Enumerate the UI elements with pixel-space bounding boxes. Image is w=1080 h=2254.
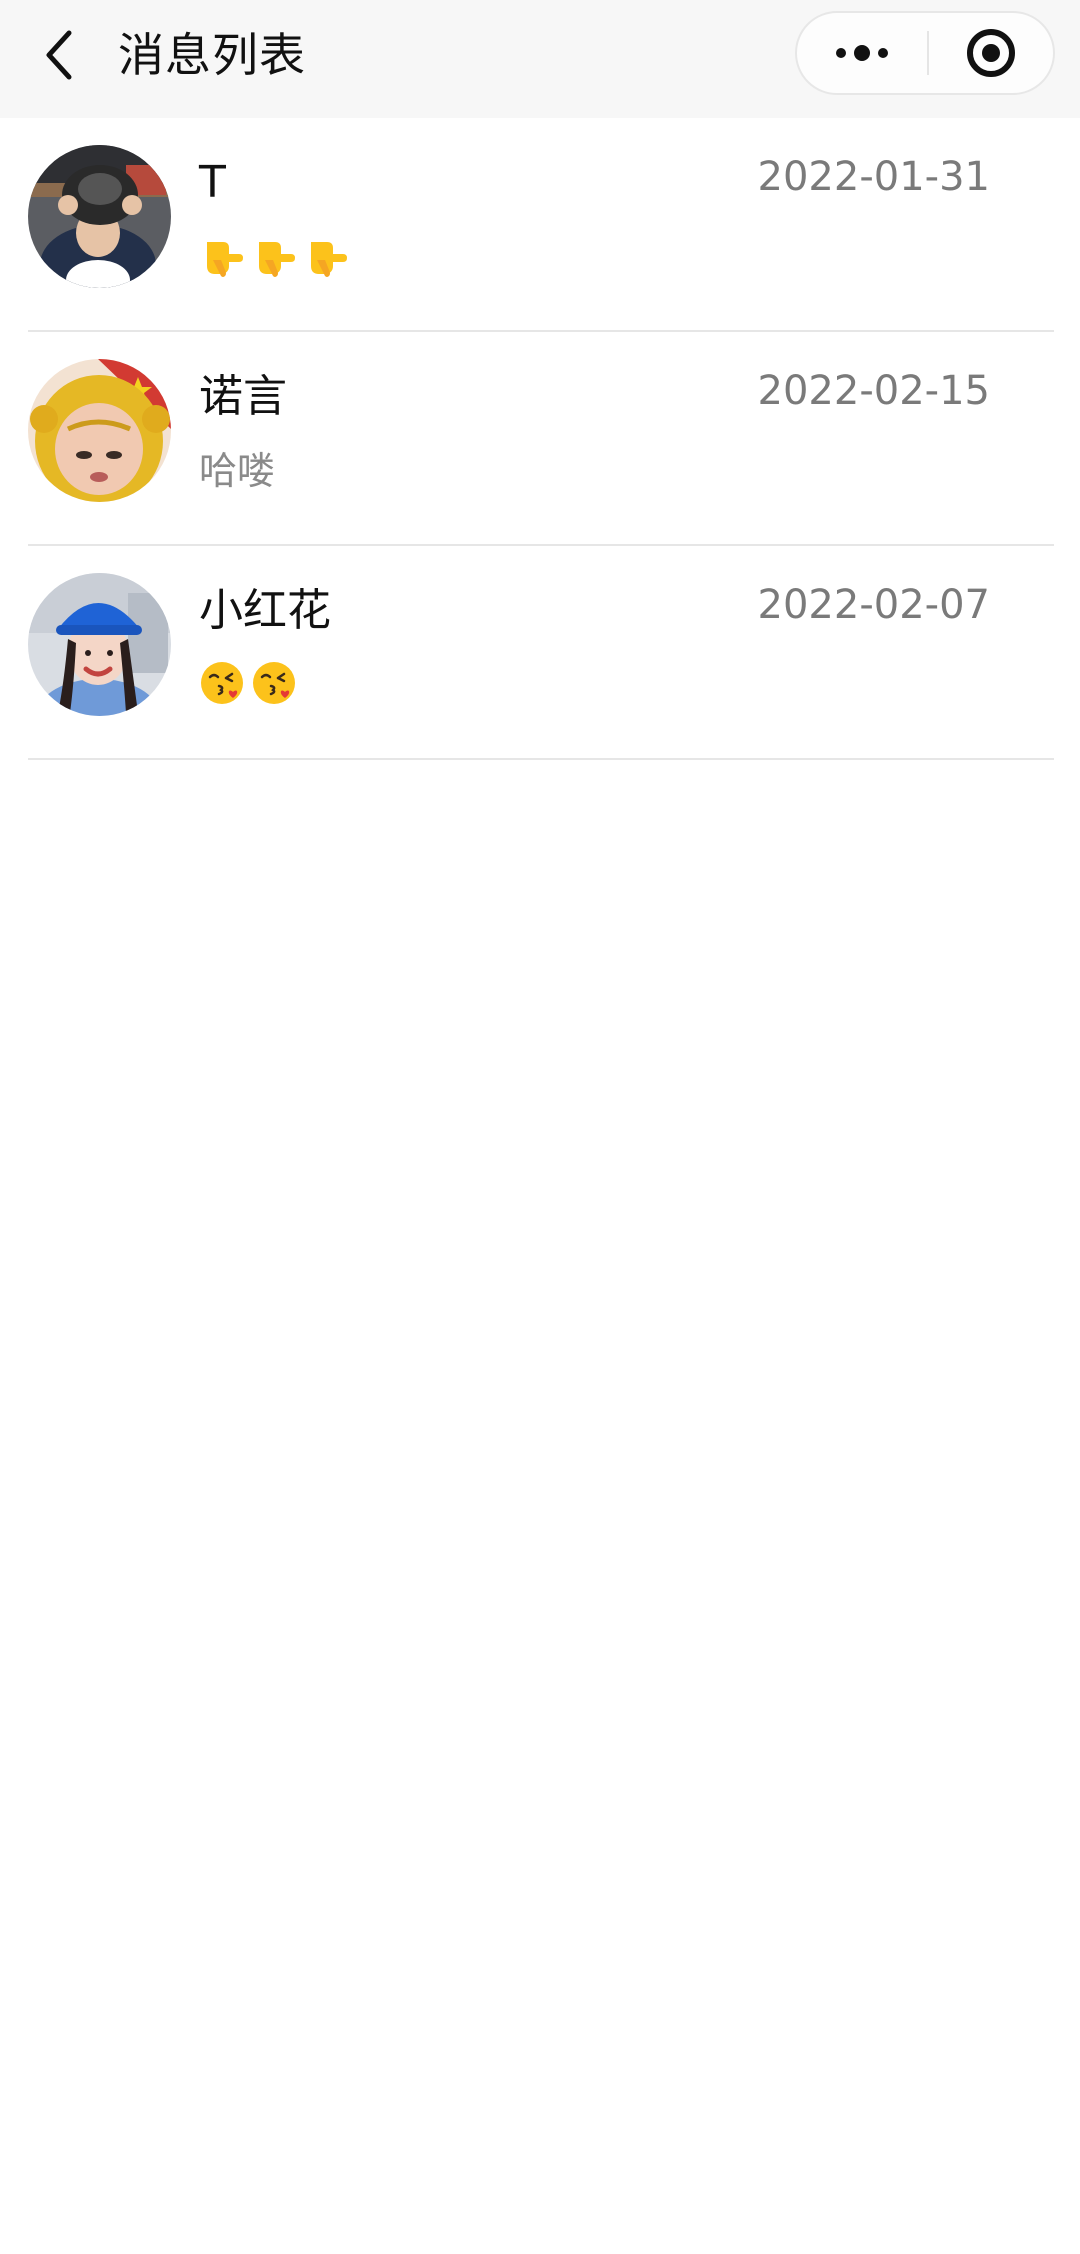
pointing-hand-emoji	[311, 242, 347, 277]
list-item[interactable]: 诺言 2022-02-15 哈喽	[0, 332, 1080, 546]
chevron-left-icon	[46, 30, 72, 80]
avatar[interactable]	[28, 145, 171, 288]
target-close-icon	[967, 29, 1015, 77]
pointing-hand-emoji	[259, 242, 295, 277]
message-preview	[199, 232, 349, 278]
message-preview-text: 哈喽	[199, 449, 276, 493]
message-date: 2022-02-15	[757, 368, 990, 414]
mini-program-capsule	[795, 11, 1055, 95]
navigation-bar: 消息列表	[0, 0, 1080, 118]
more-button[interactable]	[797, 13, 927, 93]
back-button[interactable]	[26, 22, 92, 88]
avatar[interactable]	[28, 359, 171, 502]
close-button[interactable]	[929, 13, 1053, 93]
list-item[interactable]: T 2022-01-31	[0, 118, 1080, 332]
contact-name: 诺言	[199, 371, 287, 422]
avatar-image-woman-blue-helmet	[28, 573, 171, 716]
message-preview: 哈喽	[199, 446, 275, 496]
message-list: T 2022-01-31 诺言 2022-02-15 哈喽 小红花 2022-0…	[0, 118, 1080, 760]
more-dots-icon	[836, 45, 888, 61]
contact-name: 小红花	[199, 585, 331, 636]
message-date: 2022-02-07	[757, 582, 990, 628]
message-preview	[199, 660, 297, 706]
kissing-face-emoji	[201, 662, 243, 704]
pointing-hand-emoji	[207, 242, 243, 277]
message-date: 2022-01-31	[757, 154, 990, 200]
page-title: 消息列表	[118, 28, 306, 82]
avatar-image-child-with-pot	[28, 145, 171, 288]
kissing-face-emoji	[253, 662, 295, 704]
avatar-image-baby-yellow-hood	[28, 359, 171, 502]
avatar[interactable]	[28, 573, 171, 716]
list-item[interactable]: 小红花 2022-02-07	[0, 546, 1080, 760]
contact-name: T	[199, 157, 226, 208]
